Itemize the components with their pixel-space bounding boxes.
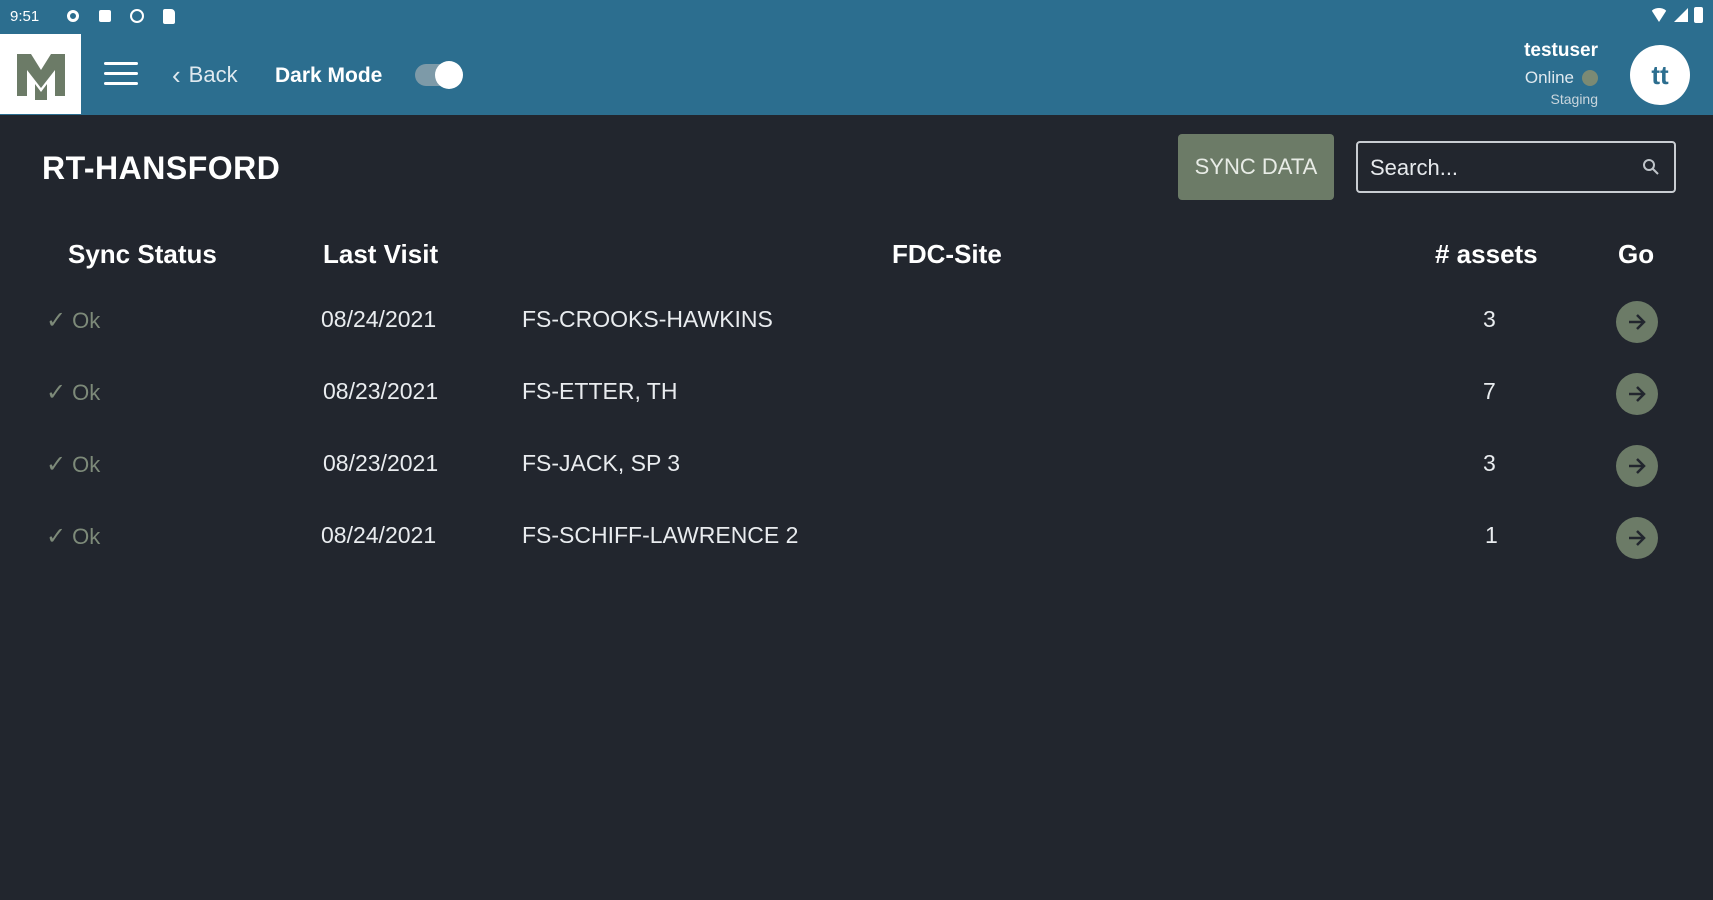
assets-cell: 1	[1485, 522, 1498, 548]
back-label: Back	[188, 62, 238, 87]
search-box[interactable]	[1356, 141, 1676, 193]
status-time: 9:51	[10, 8, 40, 25]
table-row[interactable]: ✓ Ok 08/24/2021 FS-CROOKS-HAWKINS 3	[28, 287, 1698, 359]
dark-mode-toggle[interactable]	[415, 61, 463, 89]
assets-cell: 3	[1483, 306, 1496, 332]
column-fdc-site[interactable]: FDC-Site	[892, 239, 1002, 270]
status-icons	[64, 7, 178, 25]
status-label: Ok	[72, 523, 101, 549]
table-row[interactable]: ✓ Ok 08/23/2021 FS-JACK, SP 3 3	[28, 431, 1698, 503]
wifi-icon	[1650, 8, 1668, 22]
app-logo[interactable]	[0, 34, 81, 114]
site-list: ✓ Ok 08/24/2021 FS-CROOKS-HAWKINS 3 ✓ Ok 0…	[28, 287, 1698, 575]
arrow-right-icon	[1629, 458, 1646, 474]
user-name: testuser	[1524, 40, 1598, 61]
table-row[interactable]: ✓ Ok 08/24/2021 FS-SCHIFF-LAWRENCE 2 1	[28, 503, 1698, 575]
arrow-right-icon	[1629, 530, 1646, 546]
arrow-right-icon	[1629, 314, 1646, 330]
sync-data-button[interactable]: SYNC DATA	[1178, 134, 1334, 200]
signal-icon	[1674, 8, 1688, 22]
table-row[interactable]: ✓ Ok 08/23/2021 FS-ETTER, TH 7	[28, 359, 1698, 431]
column-assets[interactable]: # assets	[1435, 239, 1538, 270]
site-cell: FS-JACK, SP 3	[522, 450, 681, 476]
check-icon: ✓	[46, 307, 67, 334]
search-icon[interactable]	[1642, 158, 1660, 176]
last-visit-cell: 08/24/2021	[321, 306, 437, 332]
sync-status-cell: ✓ Ok	[46, 378, 100, 407]
sync-status-cell: ✓ Ok	[46, 306, 100, 335]
at-notification-icon	[128, 7, 146, 25]
check-icon: ✓	[46, 523, 67, 550]
site-cell: FS-SCHIFF-LAWRENCE 2	[522, 522, 799, 548]
arrow-right-icon	[1629, 386, 1646, 402]
last-visit-cell: 08/24/2021	[321, 522, 437, 548]
column-last-visit[interactable]: Last Visit	[323, 239, 438, 270]
square-notification-icon	[96, 7, 114, 25]
logo-icon	[16, 54, 65, 100]
sync-status-cell: ✓ Ok	[46, 450, 100, 479]
go-button[interactable]	[1616, 445, 1658, 487]
user-status-label: Online	[1524, 68, 1574, 87]
status-label: Ok	[72, 307, 101, 333]
sd-card-icon	[160, 7, 178, 25]
page-title: RT-HANSFORD	[42, 150, 281, 186]
system-status-bar: 9:51	[0, 0, 1713, 36]
back-button[interactable]: ‹ Back	[172, 60, 238, 90]
last-visit-cell: 08/23/2021	[323, 450, 439, 476]
sync-status-cell: ✓ Ok	[46, 522, 100, 551]
menu-icon[interactable]	[104, 62, 138, 86]
go-button[interactable]	[1616, 517, 1658, 559]
chevron-left-icon: ‹	[172, 60, 181, 90]
go-button[interactable]	[1616, 373, 1658, 415]
online-indicator-icon	[1582, 70, 1598, 86]
user-info: testuser Online Staging	[1524, 40, 1598, 107]
table-header: Sync Status Last Visit FDC-Site # assets…	[28, 225, 1698, 287]
site-cell: FS-CROOKS-HAWKINS	[522, 306, 773, 332]
app-header: 9:51 ‹ Back Dark Mode testuser Online St…	[0, 0, 1713, 115]
assets-cell: 7	[1483, 378, 1496, 404]
check-icon: ✓	[46, 451, 67, 478]
toggle-knob	[435, 61, 463, 89]
go-button[interactable]	[1616, 301, 1658, 343]
column-sync-status[interactable]: Sync Status	[68, 239, 217, 270]
status-label: Ok	[72, 379, 101, 405]
battery-icon	[1694, 7, 1703, 23]
column-go: Go	[1618, 239, 1655, 269]
assets-cell: 3	[1483, 450, 1496, 476]
settings-notification-icon	[64, 7, 82, 25]
environment-label: Staging	[1550, 91, 1598, 107]
connectivity-icons	[1650, 7, 1703, 23]
user-status: Online	[1524, 68, 1598, 88]
last-visit-cell: 08/23/2021	[323, 378, 439, 404]
check-icon: ✓	[46, 379, 67, 406]
search-input[interactable]	[1368, 153, 1632, 183]
dark-mode-label: Dark Mode	[275, 64, 383, 87]
avatar[interactable]: tt	[1630, 45, 1690, 105]
site-cell: FS-ETTER, TH	[522, 378, 678, 404]
status-label: Ok	[72, 451, 101, 477]
